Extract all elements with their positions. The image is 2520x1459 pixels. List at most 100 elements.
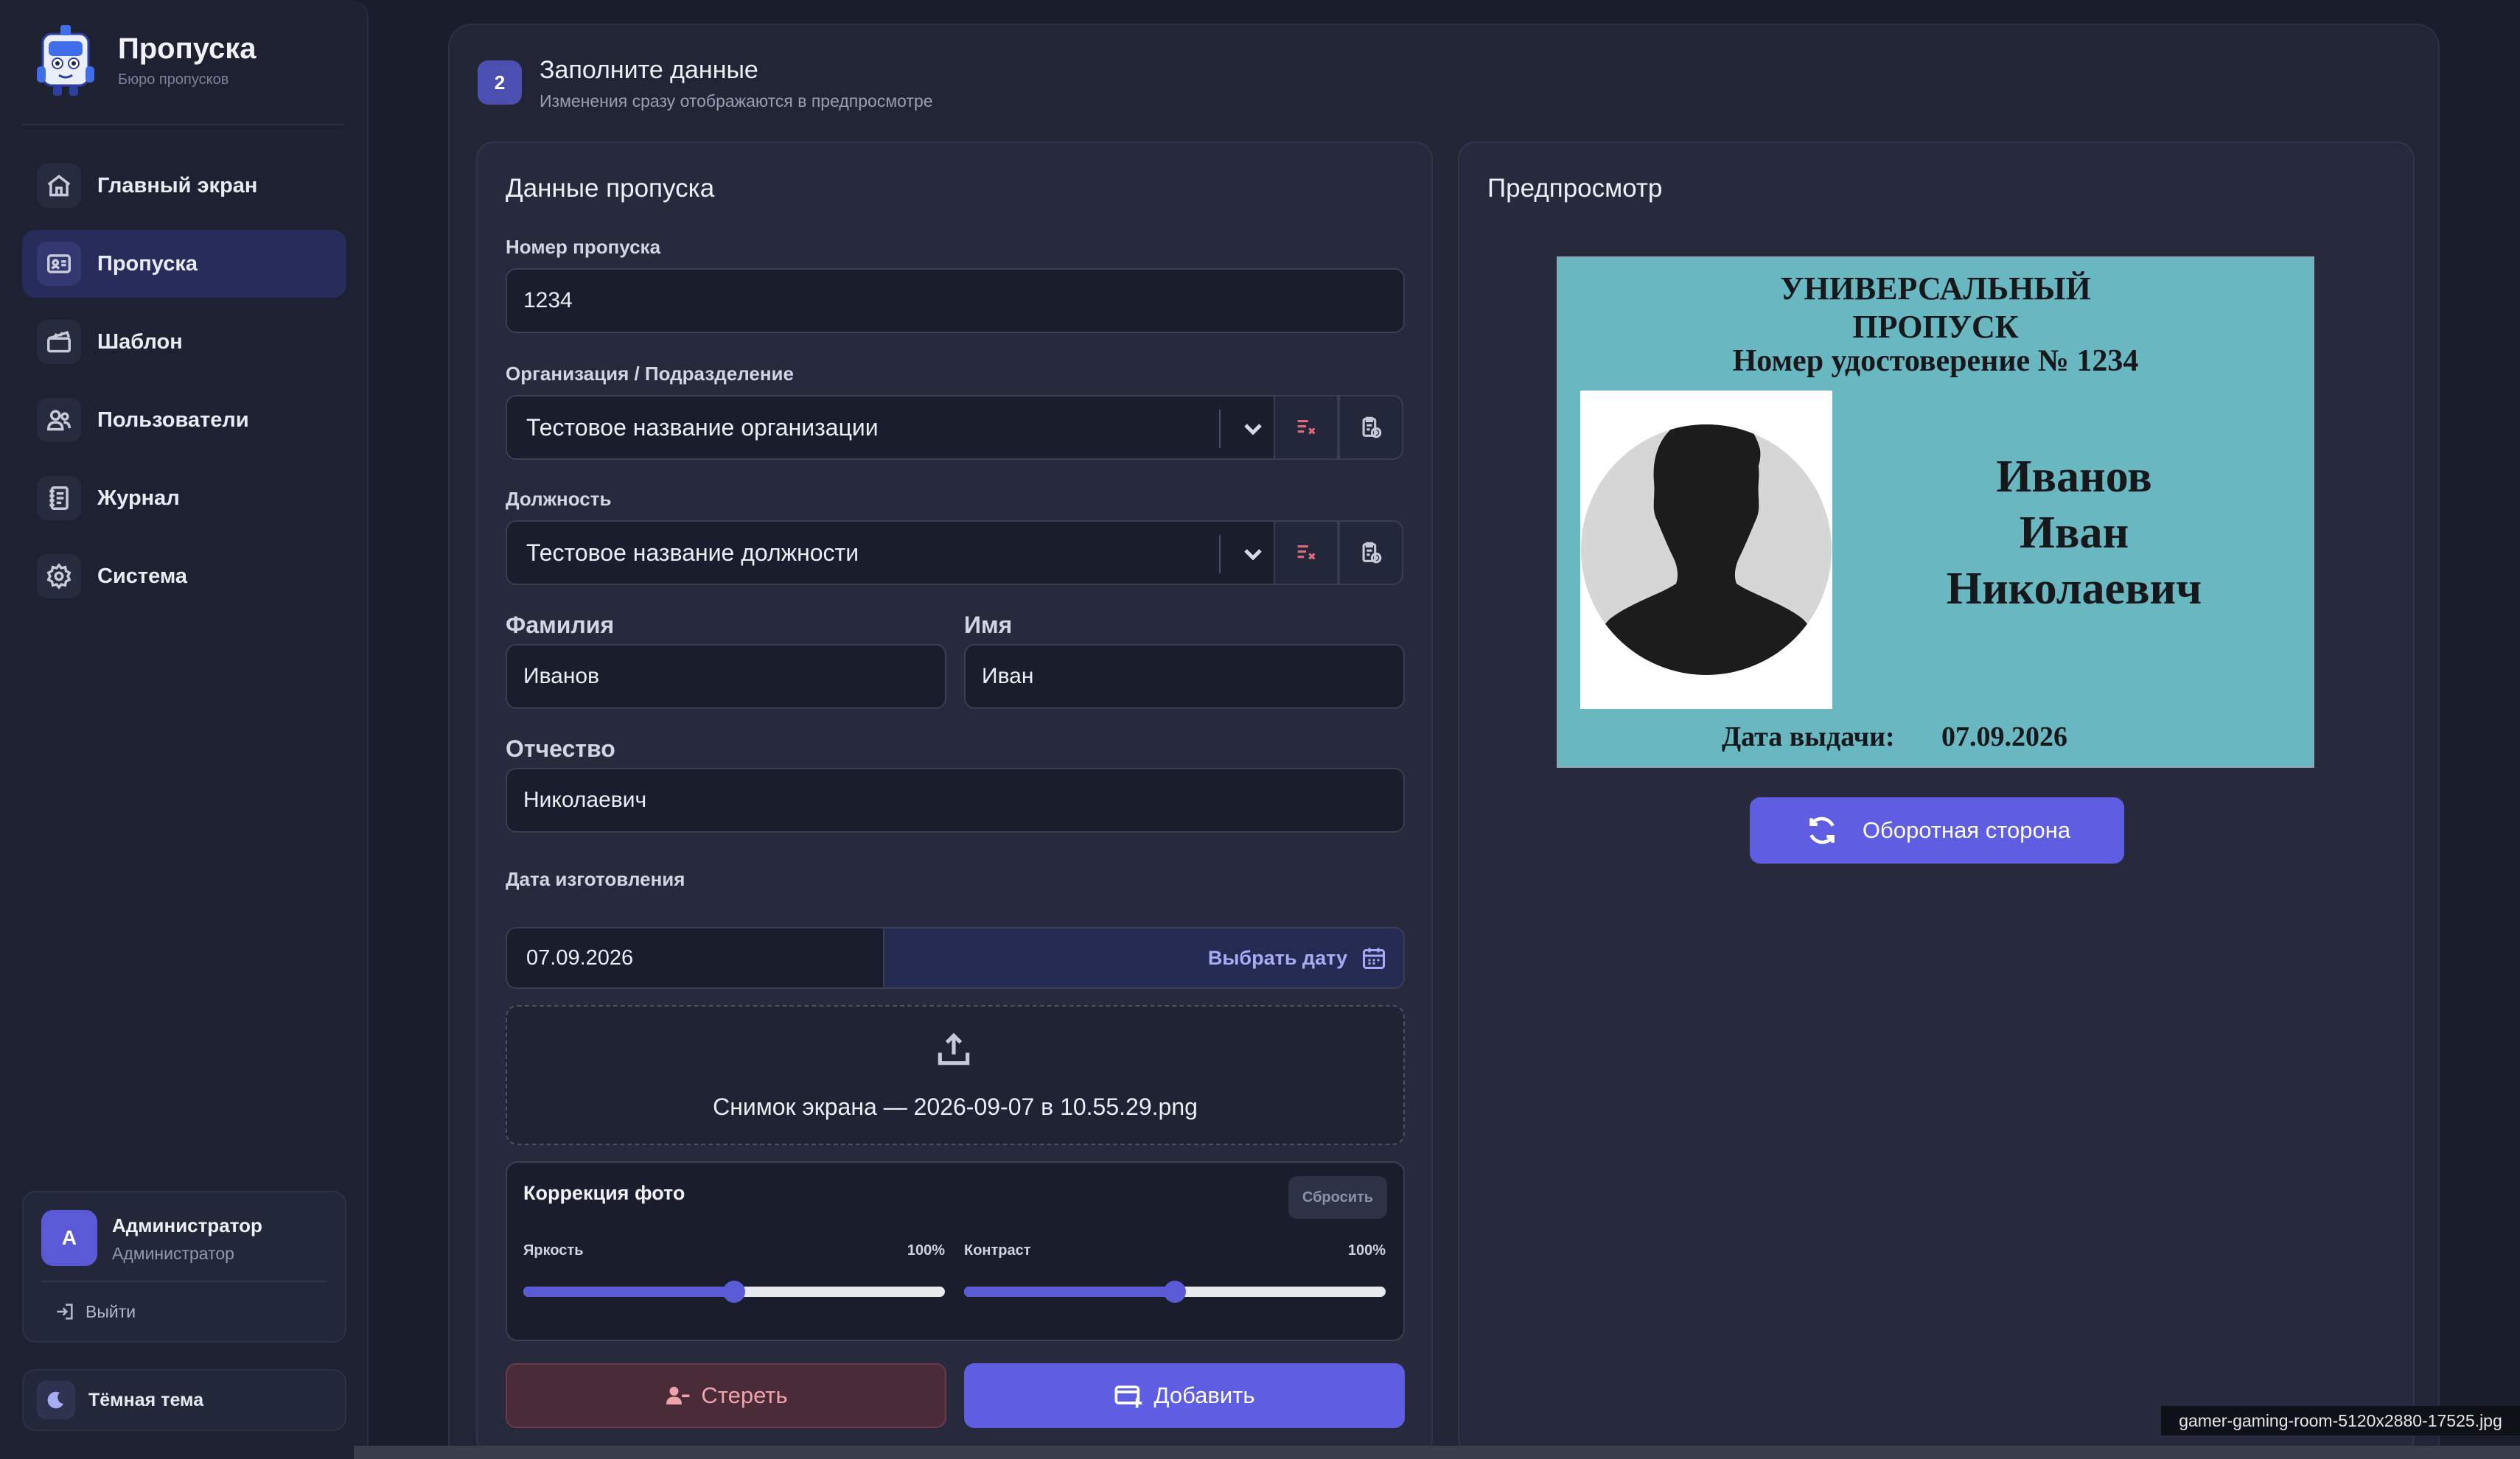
pass-number-text: Номер удостоверение № 1234 [1732, 344, 2139, 378]
pass-number-label: Номер пропуска [506, 236, 661, 258]
step-subtitle: Изменения сразу отображаются в предпросм… [540, 91, 933, 111]
theme-toggle[interactable]: Тёмная тема [22, 1369, 346, 1431]
org-delete-button[interactable] [1274, 395, 1338, 460]
divider [1219, 535, 1221, 573]
sidebar-item-label: Пропуска [97, 251, 198, 276]
clipboard-add-icon [1362, 542, 1382, 564]
position-select[interactable]: Тестовое название должности [506, 520, 1275, 585]
name-input[interactable]: Иван [964, 644, 1405, 709]
chevron-down-icon [1244, 549, 1262, 561]
home-icon [37, 164, 81, 208]
app-title: Пропуска [118, 32, 256, 65]
position-label: Должность [506, 488, 612, 510]
reset-button[interactable]: Сбросить [1288, 1176, 1387, 1219]
brightness-slider-thumb[interactable] [723, 1281, 745, 1303]
journal-icon [37, 476, 81, 520]
divider [1219, 410, 1221, 448]
contrast-slider[interactable] [964, 1281, 1386, 1303]
refresh-icon [1809, 816, 1835, 844]
sidebar-item-label: Шаблон [97, 329, 183, 354]
calendar-icon [1363, 948, 1385, 969]
app-subtitle: Бюро пропусков [118, 71, 229, 88]
person-silhouette-icon [1581, 424, 1832, 675]
step-title: Заполните данные [540, 56, 758, 84]
divider [22, 124, 345, 125]
position-delete-button[interactable] [1274, 520, 1338, 585]
brand[interactable]: Пропуска Бюро пропусков [32, 22, 256, 99]
sidebar-item-passes[interactable]: Пропуска [22, 230, 346, 298]
clipboard-add-icon [1362, 416, 1382, 438]
sidebar-item-label: Система [97, 564, 188, 588]
pass-preview: УНИВЕРСАЛЬНЫЙ ПРОПУСК Номер удостоверени… [1557, 256, 2314, 768]
sidebar-item-home[interactable]: Главный экран [22, 152, 346, 220]
date-input[interactable]: 07.09.2026 [506, 927, 884, 989]
pass-patronymic: Николаевич [1946, 564, 2202, 614]
patronymic-input[interactable]: Николаевич [506, 768, 1405, 833]
clapperboard-icon [37, 320, 81, 364]
photo-upload-dropzone[interactable]: Снимок экрана — 2026-09-07 в 10.55.29.pn… [506, 1005, 1405, 1145]
flip-side-button[interactable]: Оборотная сторона [1750, 797, 2124, 864]
user-card: А Администратор Администратор Выйти [22, 1191, 346, 1343]
pass-form: Данные пропуска Номер пропуска 1234 Орга… [476, 141, 1433, 1456]
sidebar-item-label: Главный экран [97, 173, 258, 197]
window-bottom-bar [354, 1446, 2520, 1459]
position-add-button[interactable] [1338, 520, 1403, 585]
step-badge: 2 [478, 60, 522, 105]
logout-button[interactable]: Выйти [55, 1301, 136, 1322]
add-button-label: Добавить [1153, 1382, 1255, 1408]
date-picker: 07.09.2026 Выбрать дату [506, 927, 1405, 989]
choose-date-label: Выбрать дату [1207, 946, 1347, 969]
position-select-value: Тестовое название должности [526, 539, 859, 566]
pass-date: 07.09.2026 [1941, 721, 2067, 752]
pass-number-input[interactable]: 1234 [506, 268, 1405, 333]
flip-side-label: Оборотная сторона [1862, 817, 2071, 843]
preview-title: Предпросмотр [1487, 174, 1663, 203]
sidebar-item-journal[interactable]: Журнал [22, 464, 346, 532]
form-title: Данные пропуска [506, 174, 715, 203]
robot-logo-icon [37, 25, 94, 96]
main-panel: 2 Заполните данные Изменения сразу отобр… [448, 24, 2440, 1459]
preview-panel: Предпросмотр УНИВЕРСАЛЬНЫЙ ПРОПУСК Номер… [1458, 141, 2415, 1456]
pass-title: УНИВЕРСАЛЬНЫЙ ПРОПУСК [1558, 270, 2313, 346]
correction-title: Коррекция фото [523, 1182, 685, 1204]
position-select-group: Тестовое название должности [506, 520, 1405, 585]
photo-correction-panel: Коррекция фото Сбросить Яркость 100% Кон… [506, 1161, 1405, 1341]
brightness-label: Яркость [523, 1242, 584, 1259]
sidebar-item-template[interactable]: Шаблон [22, 308, 346, 376]
sidebar-item-system[interactable]: Система [22, 542, 346, 610]
wallpaper-filename: gamer-gaming-room-5120x2880-17525.jpg [2161, 1406, 2520, 1435]
user-role: Администратор [112, 1244, 234, 1263]
theme-label: Тёмная тема [88, 1389, 204, 1410]
surname-input[interactable]: Иванов [506, 644, 946, 709]
sidebar: Пропуска Бюро пропусков Главный экран Пр… [0, 0, 369, 1459]
divider [41, 1281, 327, 1282]
add-button[interactable]: Добавить [964, 1363, 1405, 1428]
delete-list-icon [1297, 545, 1316, 560]
id-card-icon [37, 242, 81, 286]
brightness-slider[interactable] [523, 1281, 945, 1303]
pass-title-line1: УНИВЕРСАЛЬНЫЙ [1780, 270, 2091, 307]
sidebar-item-users[interactable]: Пользователи [22, 386, 346, 454]
surname-label: Фамилия [506, 612, 615, 638]
sidebar-item-label: Журнал [97, 486, 180, 510]
pass-date-label: Дата выдачи: [1722, 721, 1895, 752]
contrast-slider-fill [964, 1287, 1175, 1297]
choose-date-button[interactable]: Выбрать дату [883, 927, 1405, 989]
delete-list-icon [1297, 419, 1316, 435]
moon-icon [37, 1381, 75, 1419]
contrast-label: Контраст [964, 1242, 1031, 1259]
logout-label: Выйти [85, 1301, 136, 1321]
pass-surname: Иванов [1996, 452, 2152, 502]
clear-button[interactable]: Стереть [506, 1363, 946, 1428]
pass-photo [1580, 391, 1832, 709]
users-icon [37, 398, 81, 442]
upload-icon [938, 1032, 970, 1066]
brightness-slider-fill [523, 1287, 734, 1297]
org-add-button[interactable] [1338, 395, 1403, 460]
chevron-down-icon [1244, 424, 1262, 435]
contrast-slider-thumb[interactable] [1164, 1281, 1186, 1303]
card-add-icon [1114, 1385, 1142, 1408]
org-select[interactable]: Тестовое название организации [506, 395, 1275, 460]
pass-title-line2: ПРОПУСК [1852, 309, 2019, 345]
avatar: А [41, 1210, 97, 1266]
